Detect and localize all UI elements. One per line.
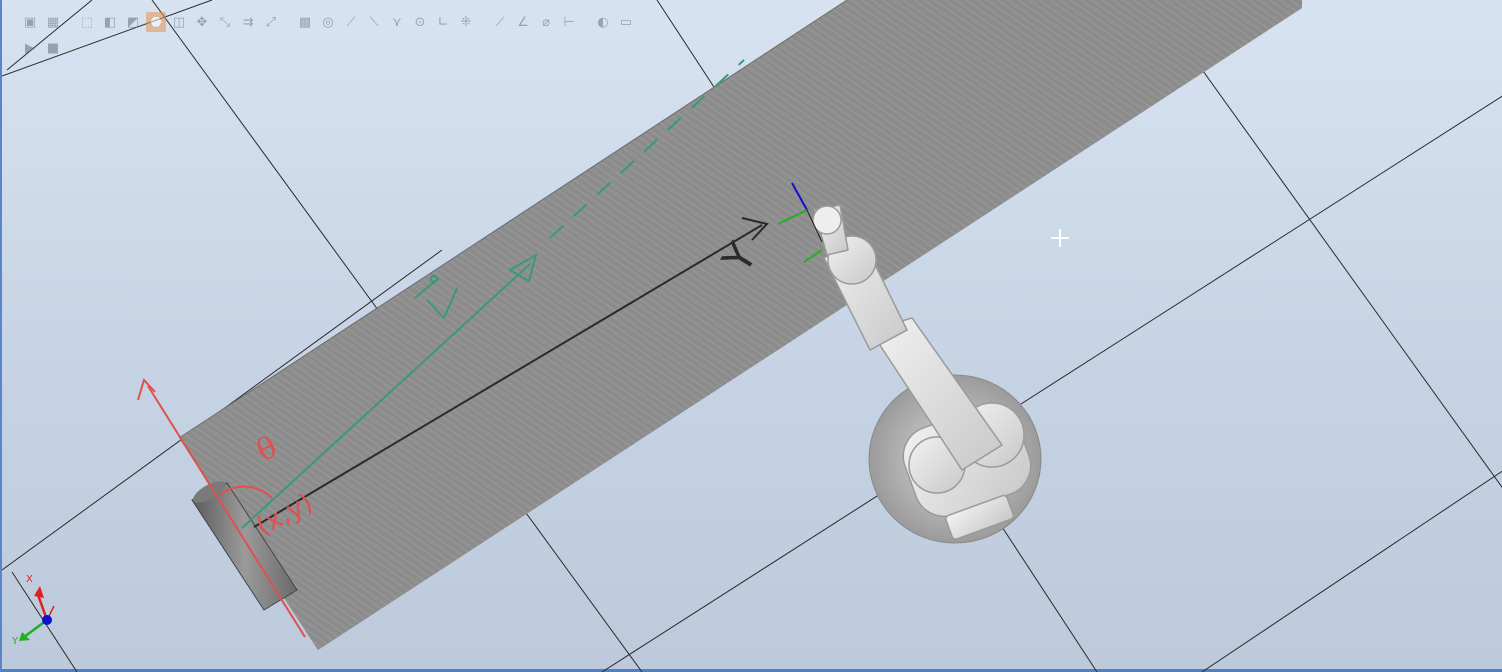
select-target-icon[interactable]: ⤡ (215, 12, 235, 32)
play-simulation-icon[interactable]: ▶ (20, 38, 40, 58)
select-frame-icon[interactable]: ⤢ (261, 12, 281, 32)
select-part-icon[interactable]: ⬣ (146, 12, 166, 32)
measure-distance-icon[interactable]: ⟋ (490, 12, 510, 32)
world-axis-indicator (19, 586, 55, 641)
measure-minimum-distance-icon[interactable]: ⊢ (559, 12, 579, 32)
snap-local-origin-icon[interactable]: ∟ (433, 12, 453, 32)
measure-diameter-icon[interactable]: ⌀ (536, 12, 556, 32)
graphics-toolbar: ▣ ▦ ⬚ ◧ ◩ ⬣ ◫ ✥ ⤡ ⇉ ⤢ ▩ ◎ ⟋ ⟍ ⋎ ⊙ ∟ ⁜ ⟋ ∠ ⌀ ⊢ ◐ ▭ (20, 10, 636, 34)
axis-x-label: X (26, 574, 33, 585)
snap-midpoint-icon[interactable]: ⟍ (364, 12, 384, 32)
scene-canvas[interactable] (2, 0, 1502, 672)
select-surface-icon[interactable]: ◧ (100, 12, 120, 32)
robot-arm[interactable] (812, 204, 1039, 540)
hide-icon[interactable]: ◐ (593, 12, 613, 32)
snap-end-icon[interactable]: ⋎ (387, 12, 407, 32)
snap-gravity-icon[interactable]: ⊙ (410, 12, 430, 32)
select-body-icon[interactable]: ◩ (123, 12, 143, 32)
select-group-icon[interactable]: ◫ (169, 12, 189, 32)
measure-angle-icon[interactable]: ∠ (513, 12, 533, 32)
snap-center-icon[interactable]: ◎ (318, 12, 338, 32)
select-curve-icon[interactable]: ⬚ (77, 12, 97, 32)
conveyor-belt-shading (179, 0, 1302, 650)
toolbar-separator (66, 12, 74, 32)
toolbar-separator (479, 12, 487, 32)
snap-edge-icon[interactable]: ⟋ (341, 12, 361, 32)
view-shaded-icon[interactable]: ▣ (20, 12, 40, 32)
snap-grid-icon[interactable]: ⁜ (456, 12, 476, 32)
show-icon[interactable]: ▭ (616, 12, 636, 32)
select-path-icon[interactable]: ⇉ (238, 12, 258, 32)
axis-y-label: Y (12, 636, 19, 647)
snap-object-icon[interactable]: ▩ (295, 12, 315, 32)
stop-simulation-icon[interactable]: ■ (43, 38, 63, 58)
select-mechanism-icon[interactable]: ✥ (192, 12, 212, 32)
simulation-toolbar: ▶ ■ (20, 36, 63, 60)
toolbar-separator (284, 12, 292, 32)
view-wireframe-icon[interactable]: ▦ (43, 12, 63, 32)
toolbar-separator (582, 12, 590, 32)
3d-viewport[interactable]: Y θ (x,y) X Y ▣ ▦ ⬚ ◧ ◩ ⬣ ◫ ✥ ⤡ ⇉ ⤢ ▩ ◎ ⟋ ⟍ ⋎ ⊙ ∟ ⁜ ⟋ ∠ ⌀ ⊢ ◐ ▭ … (0, 0, 1502, 672)
mouse-cursor-icon (1051, 229, 1069, 247)
